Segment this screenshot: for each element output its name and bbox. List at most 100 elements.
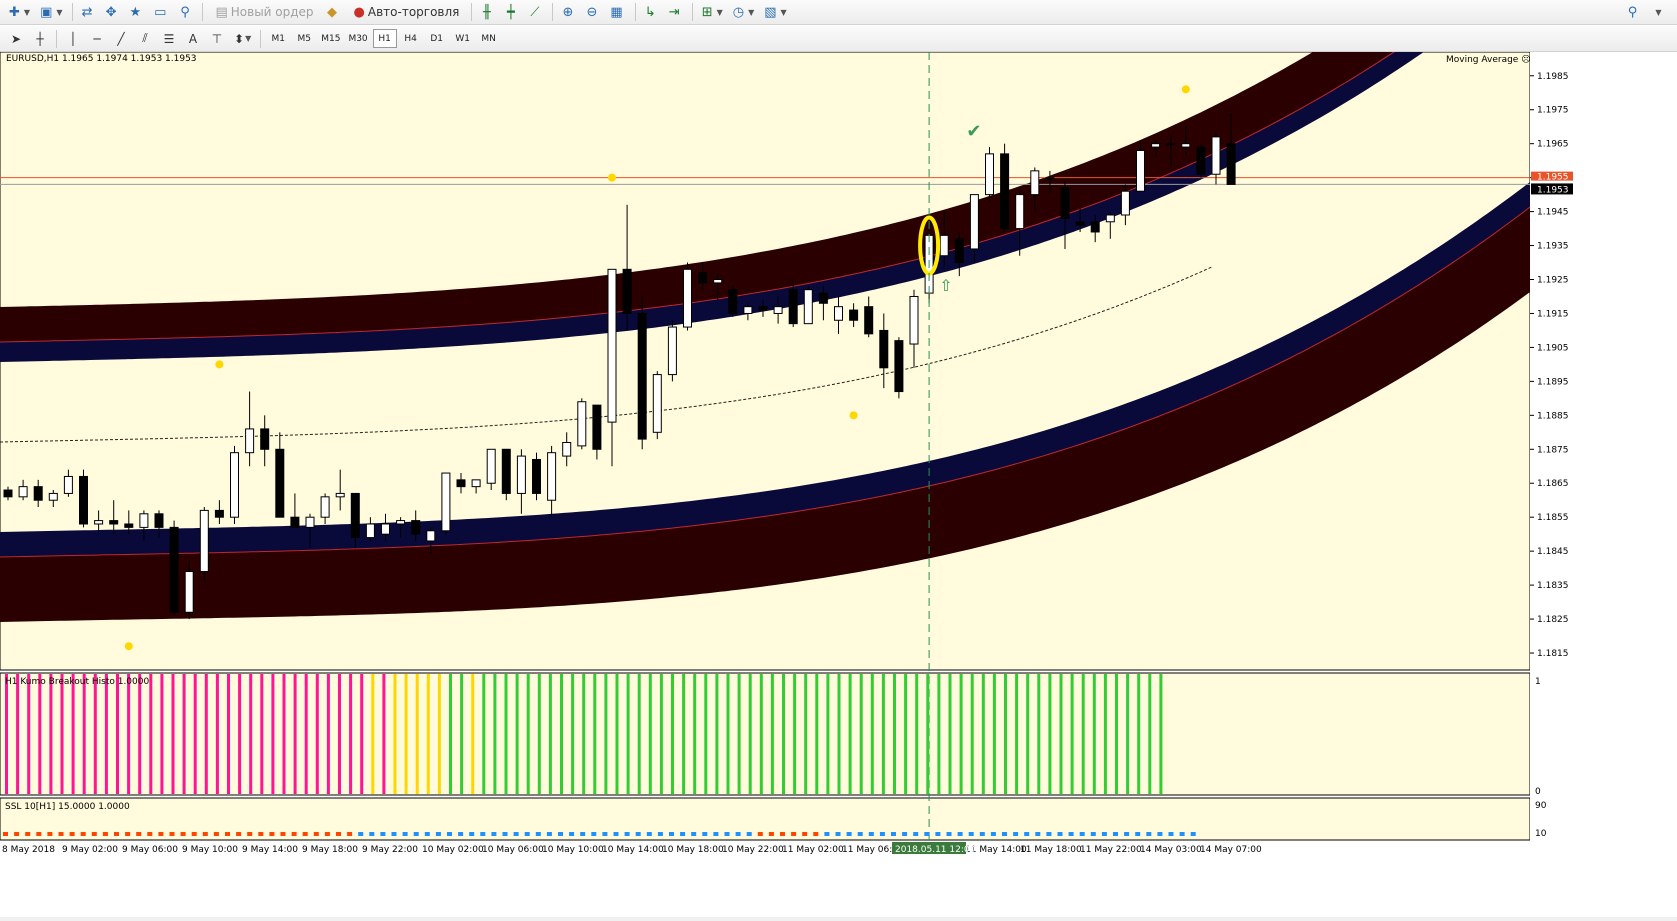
- indicator-close-icon[interactable]: ☹: [1521, 55, 1530, 65]
- kumo-histogram-bar: [315, 674, 319, 794]
- ssl-dot: [269, 832, 275, 836]
- zoom-in-button[interactable]: ⊕: [558, 2, 580, 22]
- candle-body: [954, 238, 964, 264]
- kumo-histogram-bar: [1070, 674, 1074, 794]
- ssl-dot: [258, 832, 264, 836]
- zoom-out-button[interactable]: ⊖: [582, 2, 604, 22]
- ssl-dot: [158, 832, 164, 836]
- tile-windows-button[interactable]: ▦: [606, 2, 629, 22]
- ssl-dot: [1057, 832, 1063, 836]
- navigator-button[interactable]: ★: [126, 2, 149, 22]
- text-icon: A: [188, 31, 198, 46]
- strategy-tester-button[interactable]: ⚲: [175, 2, 197, 22]
- candle-body: [803, 289, 813, 325]
- cursor-icon: ➤: [10, 31, 22, 46]
- equidistant-channel-button[interactable]: ⫽: [134, 29, 156, 49]
- candle-body: [788, 289, 798, 325]
- indicators-button[interactable]: ⊞ ▼: [698, 2, 727, 22]
- periods-button[interactable]: ◷ ▼: [729, 2, 759, 22]
- timeframe-d1-button[interactable]: D1: [425, 29, 449, 48]
- timeframe-m5-button[interactable]: M5: [292, 29, 316, 48]
- ssl-dot: [291, 832, 297, 836]
- timeframe-h1-button[interactable]: H1: [372, 29, 397, 48]
- line-chart-button[interactable]: ⟋: [525, 2, 547, 22]
- signal-dot: [124, 642, 133, 651]
- trendline-button[interactable]: ╱: [110, 29, 132, 49]
- time-axis-label: 9 May 22:00: [362, 845, 418, 855]
- toolbar-options-button[interactable]: ▼: [1647, 2, 1669, 22]
- text-label-button[interactable]: ⊤: [206, 29, 228, 49]
- autotrading-button[interactable]: ● Авто-торговля: [347, 2, 467, 22]
- price-tick-label: 1.1885: [1537, 411, 1569, 421]
- kumo-histogram-bar: [815, 674, 819, 794]
- time-axis-label: 9 May 10:00: [182, 845, 238, 855]
- kumo-histogram-bar: [38, 674, 42, 794]
- ssl-dot: [458, 832, 464, 836]
- profiles-button[interactable]: ▣ ▼: [36, 2, 66, 22]
- kumo-histogram-bar: [970, 674, 974, 794]
- ssl-dot: [369, 832, 375, 836]
- time-axis-label: 10 May 10:00: [542, 845, 604, 855]
- chart-window[interactable]: ⇧ ✔ 1.1985 1.1975 1.1965 1.1955 1.1945 1.1935 1.…: [0, 0, 1677, 917]
- kumo-histogram-bar: [582, 674, 586, 794]
- timeframe-m15-button[interactable]: M15: [318, 29, 343, 48]
- chart-shift-button[interactable]: ⇥: [665, 2, 687, 22]
- fibonacci-button[interactable]: ☰: [158, 29, 180, 49]
- timeframe-h4-button[interactable]: H4: [399, 29, 423, 48]
- kumo-histogram-bar: [482, 674, 486, 794]
- metaeditor-button[interactable]: ◆: [323, 2, 345, 22]
- kumo-histogram-bar: [615, 674, 619, 794]
- timeframe-m30-button[interactable]: M30: [345, 29, 370, 48]
- candlestick-button[interactable]: ┿: [501, 2, 523, 22]
- kumo-histogram-bar: [27, 674, 31, 794]
- kumo-histogram-bar: [560, 674, 563, 794]
- terminal-icon: ▭: [154, 4, 167, 20]
- text-tool-button[interactable]: A: [182, 29, 204, 49]
- crosshair-tool-button[interactable]: ┼: [29, 29, 51, 49]
- price-tick-label: 1.1925: [1537, 276, 1569, 286]
- templates-button[interactable]: ▧ ▼: [760, 2, 790, 22]
- ssl-dot: [824, 832, 830, 836]
- cursor-tool-button[interactable]: ➤: [5, 29, 27, 49]
- ssl-dot: [336, 832, 341, 836]
- arrows-button[interactable]: ⬍ ▼: [230, 29, 255, 49]
- market-watch-button[interactable]: ⇄: [78, 2, 100, 22]
- candle-body: [562, 441, 572, 457]
- kumo-histogram-bar: [215, 674, 219, 794]
- new-chart-button[interactable]: ✚ ▼: [5, 2, 34, 22]
- kumo-histogram-bar: [404, 674, 408, 794]
- text-label-icon: ⊤: [211, 31, 223, 46]
- timeframe-m1-button[interactable]: M1: [266, 29, 290, 48]
- kumo-histogram-bar: [571, 674, 575, 794]
- new-order-label: Новый ордер: [230, 5, 314, 19]
- candle-body: [879, 329, 889, 369]
- kumo-histogram-bar: [981, 674, 985, 794]
- autoscroll-button[interactable]: ↳: [641, 2, 663, 22]
- ssl-dot: [768, 832, 774, 836]
- timeframe-mn-button[interactable]: MN: [477, 29, 501, 48]
- ssl-dot: [990, 832, 996, 836]
- search-button[interactable]: ⚲: [1623, 2, 1645, 22]
- horizontal-line-button[interactable]: ─: [86, 29, 108, 49]
- chart-canvas[interactable]: ⇧ ✔ 1.1985 1.1975 1.1965 1.1955 1.1945 1.1935 1.…: [0, 0, 1677, 917]
- new-order-button[interactable]: ▤ Новый ордер: [208, 2, 320, 22]
- data-window-button[interactable]: ✥: [102, 2, 124, 22]
- candle-body: [985, 153, 994, 196]
- chevron-down-icon: ▼: [748, 7, 755, 17]
- bar-chart-button[interactable]: ╫: [477, 2, 499, 22]
- vertical-line-button[interactable]: │: [62, 29, 84, 49]
- ssl-dot: [524, 832, 530, 836]
- kumo-histogram-bar: [504, 674, 508, 794]
- kumo-histogram-bar: [326, 674, 330, 794]
- timeframe-w1-button[interactable]: W1: [451, 29, 475, 48]
- kumo-histogram-bar: [881, 674, 885, 794]
- terminal-button[interactable]: ▭: [150, 2, 173, 22]
- check-icon: ✔: [966, 121, 981, 142]
- kumo-histogram-bar: [371, 674, 375, 794]
- kumo-histogram-bar: [593, 674, 597, 794]
- ssl-dot: [1168, 832, 1174, 836]
- candle-body: [18, 486, 28, 498]
- ssl-dot: [80, 832, 86, 836]
- ssl-dot: [447, 832, 452, 836]
- kumo-histogram-bar: [349, 674, 353, 794]
